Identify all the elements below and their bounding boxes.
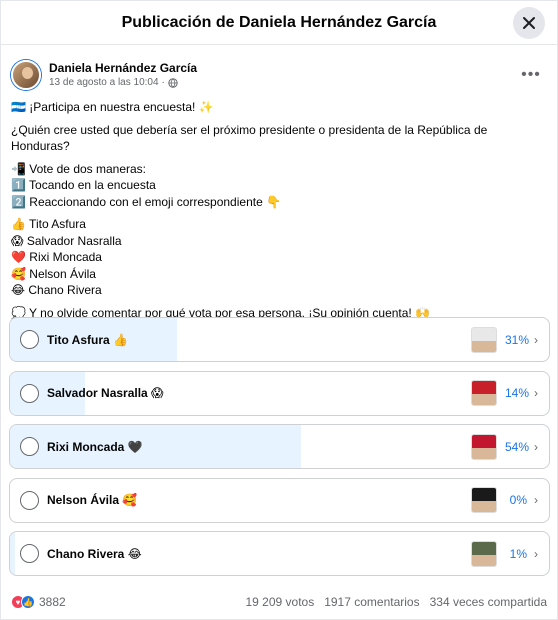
post-date[interactable]: 13 de agosto a las 10:04 — [49, 76, 159, 90]
poll: Tito Asfura 👍 31% › Salvador Nasralla 😱 … — [9, 317, 550, 585]
globe-icon — [168, 77, 178, 88]
poll-radio[interactable] — [20, 437, 39, 456]
post-meta: 13 de agosto a las 10:04 · — [49, 76, 517, 90]
post-body: 🇭🇳 ¡Participa en nuestra encuesta! ✨ ¿Qu… — [1, 95, 557, 321]
poll-option-label: Chano Rivera 😂 — [47, 546, 142, 561]
poll-option-percent: 31% — [505, 332, 530, 347]
candidate-line: 👍 Tito Asfura — [11, 217, 86, 231]
poll-option-label: Rixi Moncada 🖤 — [47, 439, 143, 454]
poll-option-percent: 14% — [505, 386, 530, 400]
chevron-right-icon: › — [534, 493, 538, 507]
vote-header: 📲 Vote de dos maneras: — [11, 161, 147, 176]
candidate-thumbnail — [471, 433, 497, 460]
comments-count[interactable]: 1917 comentarios — [324, 595, 419, 609]
poll-radio[interactable] — [20, 490, 39, 510]
more-icon: ••• — [521, 66, 541, 83]
candidate-line: 🥰 Nelson Ávila — [11, 266, 96, 281]
poll-option[interactable]: Salvador Nasralla 😱 14% › — [9, 370, 550, 416]
close-button[interactable] — [513, 7, 545, 39]
poll-option-fill — [10, 532, 16, 575]
poll-radio[interactable] — [20, 330, 39, 349]
post-question: ¿Quién cree usted que debería ser el pró… — [11, 122, 488, 154]
poll-option[interactable]: Chano Rivera 😂 1% › — [9, 531, 550, 576]
poll-option-percent: 0% — [509, 493, 527, 507]
meta-separator: · — [161, 76, 165, 88]
close-icon — [523, 17, 535, 29]
candidate-thumbnail — [471, 380, 497, 406]
post-dialog: Publicación de Daniela Hernández García … — [0, 0, 558, 620]
reaction-count[interactable]: 3882 — [39, 595, 66, 609]
candidate-line: 😱 Salvador Nasralla — [11, 233, 122, 248]
post-intro: 🇭🇳 ¡Participa en nuestra encuesta! ✨ — [11, 100, 214, 114]
post-footer: ♥ 👍 3882 19 209 votos 1917 comentarios 3… — [1, 595, 557, 609]
post-stats: 19 209 votos 1917 comentarios 334 veces … — [245, 595, 547, 609]
poll-option-label: Tito Asfura 👍 — [47, 332, 128, 347]
votes-count[interactable]: 19 209 votos — [245, 595, 314, 609]
candidate-thumbnail — [471, 487, 497, 513]
poll-option-percent: 1% — [509, 546, 527, 561]
avatar[interactable] — [11, 60, 41, 90]
dialog-header: Publicación de Daniela Hernández García — [1, 1, 557, 45]
poll-option-label: Salvador Nasralla 😱 — [47, 386, 164, 400]
author-block: Daniela Hernández García 13 de agosto a … — [49, 61, 517, 90]
poll-radio[interactable] — [20, 383, 39, 403]
dialog-title: Publicación de Daniela Hernández García — [121, 13, 437, 31]
poll-option-percent: 54% — [505, 439, 530, 454]
chevron-right-icon: › — [534, 439, 538, 454]
poll-radio[interactable] — [20, 544, 39, 563]
candidate-line: 😂 Chano Rivera — [11, 283, 102, 297]
author-name[interactable]: Daniela Hernández García — [49, 61, 517, 76]
poll-option[interactable]: Tito Asfura 👍 31% › — [9, 317, 550, 362]
more-options-button[interactable]: ••• — [517, 61, 545, 89]
reactions-summary[interactable]: ♥ 👍 3882 — [11, 595, 66, 609]
candidate-thumbnail — [471, 540, 497, 567]
poll-option[interactable]: Rixi Moncada 🖤 54% › — [9, 424, 550, 469]
poll-option-label: Nelson Ávila 🥰 — [47, 493, 138, 507]
vote-option-2: 2️⃣ Reaccionando con el emoji correspond… — [11, 194, 282, 209]
chevron-right-icon: › — [534, 386, 538, 400]
chevron-right-icon: › — [534, 332, 538, 347]
shares-count[interactable]: 334 veces compartida — [430, 595, 547, 609]
chevron-right-icon: › — [534, 546, 538, 561]
post-header: Daniela Hernández García 13 de agosto a … — [1, 45, 557, 95]
poll-option[interactable]: Nelson Ávila 🥰 0% › — [9, 477, 550, 523]
like-reaction-icon: 👍 — [21, 595, 35, 609]
candidate-line: ❤️ Rixi Moncada — [11, 250, 102, 264]
candidate-thumbnail — [471, 326, 497, 353]
vote-option-1: 1️⃣ Tocando en la encuesta — [11, 178, 156, 192]
